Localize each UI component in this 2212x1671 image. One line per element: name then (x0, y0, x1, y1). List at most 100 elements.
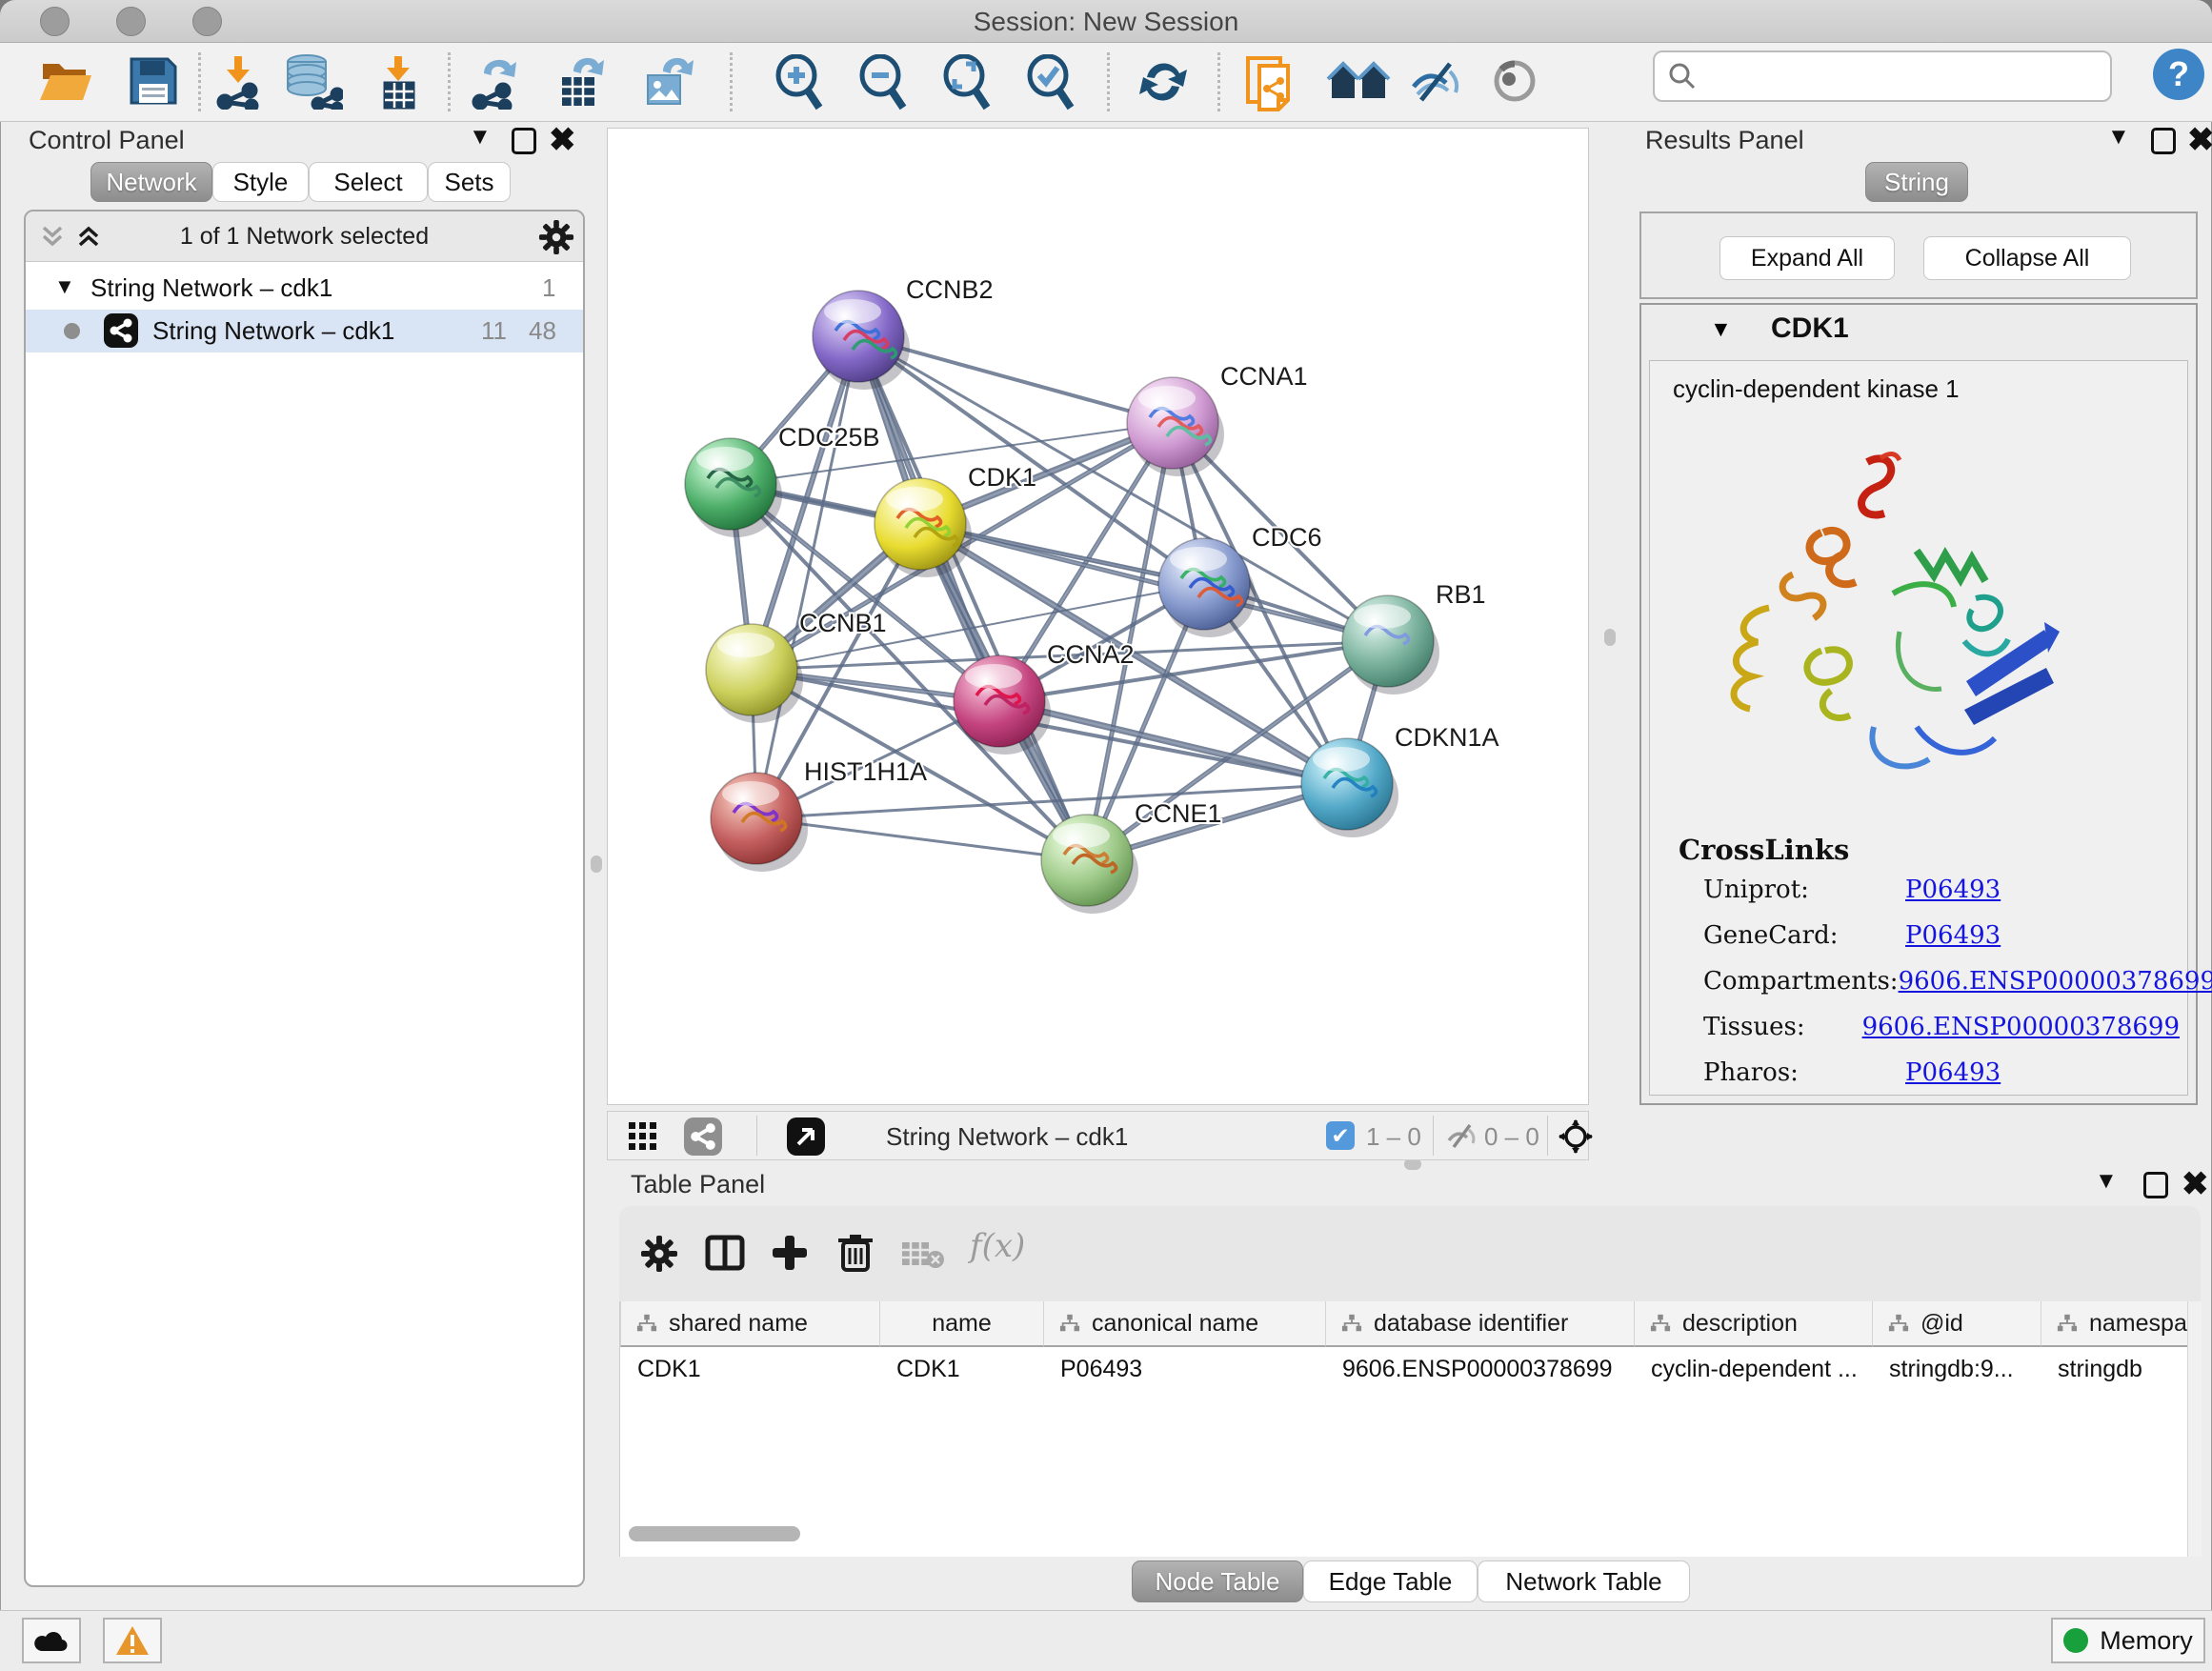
control-panel-close-icon[interactable]: ✖ (549, 128, 576, 152)
network-view-canvas[interactable]: CCNB2CCNA1CDC25BCDK1CDC6RB1CCNB1CCNA2CDK… (607, 128, 1589, 1105)
import-network-database-icon[interactable] (282, 54, 343, 110)
network-list-toolbar: 1 of 1 Network selected (26, 211, 583, 262)
zoom-out-icon[interactable] (857, 54, 911, 111)
cell-name[interactable]: CDK1 (879, 1347, 1043, 1391)
pan-crosshair-icon[interactable] (1558, 1119, 1593, 1154)
network-share-icon[interactable] (684, 1117, 722, 1156)
collapse-all-button[interactable]: Collapse All (1923, 236, 2131, 280)
column-header-name[interactable]: name (879, 1301, 1043, 1347)
column-header-description[interactable]: description (1634, 1301, 1872, 1347)
window-title: Session: New Session (0, 7, 2212, 37)
zoom-fit-icon[interactable] (941, 54, 995, 111)
show-columns-icon[interactable] (705, 1233, 745, 1273)
column-header-canonical-name[interactable]: canonical name (1043, 1301, 1325, 1347)
open-in-view-icon[interactable] (787, 1117, 825, 1156)
add-column-plus-icon[interactable] (770, 1233, 810, 1273)
crosslink-link[interactable]: P06493 (1905, 921, 2001, 950)
crosslink-link[interactable]: P06493 (1905, 876, 2001, 904)
search-input[interactable] (1706, 56, 2101, 94)
control-panel-collapse-icon[interactable]: ▼ (469, 124, 492, 151)
left-splitter-handle[interactable] (591, 856, 602, 873)
table-options-gear-icon[interactable] (640, 1235, 678, 1273)
show-panel-eye-icon[interactable] (1488, 54, 1545, 108)
string-network-graph[interactable]: CCNB2CCNA1CDC25BCDK1CDC6RB1CCNB1CCNA2CDK… (608, 129, 1588, 1104)
table-vertical-scrollbar[interactable] (2187, 1301, 2202, 1557)
results-panel-float-icon[interactable] (2151, 128, 2176, 154)
cell-description[interactable]: cyclin-dependent ... (1634, 1347, 1872, 1391)
table-panel-float-icon[interactable] (2143, 1172, 2168, 1198)
node-CCNB2[interactable]: CCNB2 (813, 275, 994, 390)
network-options-gear-icon[interactable] (538, 219, 574, 255)
cell-namespace[interactable]: stringdb (2041, 1347, 2188, 1391)
crosslink-link[interactable]: P06493 (1905, 1058, 2001, 1087)
column-header-namespace[interactable]: namespace (2041, 1301, 2188, 1347)
import-network-file-icon[interactable] (211, 54, 265, 110)
right-splitter-handle[interactable] (1604, 629, 1616, 646)
refresh-icon[interactable] (1136, 54, 1191, 110)
network-collection-label: String Network – cdk1 (90, 273, 332, 303)
export-image-icon[interactable] (640, 54, 695, 110)
cell-canonical-name[interactable]: P06493 (1043, 1347, 1325, 1391)
tab-network-table[interactable]: Network Table (1478, 1560, 1690, 1602)
node-label-CDK1: CDK1 (968, 463, 1036, 492)
zoom-in-icon[interactable] (774, 54, 827, 111)
hidden-counts: 0 – 0 (1484, 1122, 1539, 1152)
network-row-selected[interactable]: String Network – cdk1 11 48 (26, 310, 583, 352)
home-networks-icon[interactable] (1326, 54, 1391, 108)
results-panel-close-icon[interactable]: ✖ (2187, 128, 2212, 152)
column-header-shared-name[interactable]: shared name (620, 1301, 879, 1347)
results-panel-collapse-icon[interactable]: ▼ (2107, 124, 2130, 151)
open-session-icon[interactable] (38, 54, 93, 108)
table-horizontal-scrollbar[interactable] (629, 1526, 800, 1541)
warnings-button[interactable] (103, 1618, 162, 1663)
tab-node-table[interactable]: Node Table (1132, 1560, 1303, 1602)
delete-column-trash-icon[interactable] (836, 1231, 875, 1273)
tab-string-results[interactable]: String (1865, 162, 1968, 202)
node-CCNA1[interactable]: CCNA1 (1127, 362, 1308, 476)
crosslink-link[interactable]: 9606.ENSP00000378699 (1862, 1013, 2180, 1041)
zoom-selected-icon[interactable] (1025, 54, 1078, 111)
table-panel-title: Table Panel (631, 1170, 765, 1199)
tab-sets[interactable]: Sets (428, 162, 511, 202)
export-network-icon[interactable] (469, 54, 522, 110)
network-view-toolbar: String Network – cdk1 ✔ 1 – 0 0 – 0 (607, 1111, 1589, 1160)
crosslink-label: Uniprot: (1703, 876, 1905, 904)
crosslink-link[interactable]: 9606.ENSP00000378699 (1899, 967, 2212, 996)
node-CDKN1A[interactable]: CDKN1A (1301, 723, 1499, 837)
cell--id[interactable]: stringdb:9... (1872, 1347, 2041, 1391)
expand-all-button[interactable]: Expand All (1719, 236, 1895, 280)
results-panel-title: Results Panel (1645, 126, 1804, 155)
node-CDC25B[interactable]: CDC25B (685, 423, 880, 537)
network-row-label: String Network – cdk1 (152, 316, 394, 346)
share-document-icon[interactable] (1244, 54, 1301, 113)
collection-expand-icon[interactable]: ▼ (54, 274, 75, 299)
tab-edge-table[interactable]: Edge Table (1303, 1560, 1478, 1602)
network-collection-row[interactable]: ▼ String Network – cdk1 1 (26, 267, 583, 310)
node-label-CDKN1A: CDKN1A (1395, 723, 1499, 752)
hide-panel-eye-slash-icon[interactable] (1408, 54, 1465, 108)
node-RB1[interactable]: RB1 (1342, 580, 1486, 695)
selected-nodes-checkbox-icon[interactable]: ✔ (1326, 1121, 1355, 1150)
save-session-icon[interactable] (128, 54, 179, 108)
memory-button[interactable]: Memory (2051, 1618, 2205, 1663)
tab-network[interactable]: Network (90, 162, 212, 202)
cell-shared-name[interactable]: CDK1 (620, 1347, 879, 1391)
export-table-icon[interactable] (554, 54, 610, 110)
crosslinks-heading: CrossLinks (1679, 834, 1849, 866)
cloud-status-button[interactable] (22, 1618, 81, 1663)
cell-database-identifier[interactable]: 9606.ENSP00000378699 (1325, 1347, 1634, 1391)
tab-select[interactable]: Select (309, 162, 428, 202)
help-button[interactable]: ? (2153, 49, 2204, 100)
footer-separator (1433, 1116, 1434, 1156)
gene-section-collapse-icon[interactable]: ▼ (1710, 316, 1732, 342)
tab-style[interactable]: Style (212, 162, 309, 202)
table-panel-close-icon[interactable]: ✖ (2182, 1172, 2209, 1197)
column-header-database-identifier[interactable]: database identifier (1325, 1301, 1634, 1347)
table-panel-collapse-icon[interactable]: ▼ (2095, 1168, 2118, 1195)
birdseye-grid-icon[interactable] (629, 1122, 657, 1151)
column-header--id[interactable]: @id (1872, 1301, 2041, 1347)
node-table[interactable]: shared nameCDK1nameCDK1canonical nameP06… (619, 1301, 2187, 1557)
control-panel-float-icon[interactable] (512, 128, 536, 154)
import-table-file-icon[interactable] (372, 54, 425, 110)
node-CDK1[interactable]: CDK1 (875, 463, 1036, 577)
